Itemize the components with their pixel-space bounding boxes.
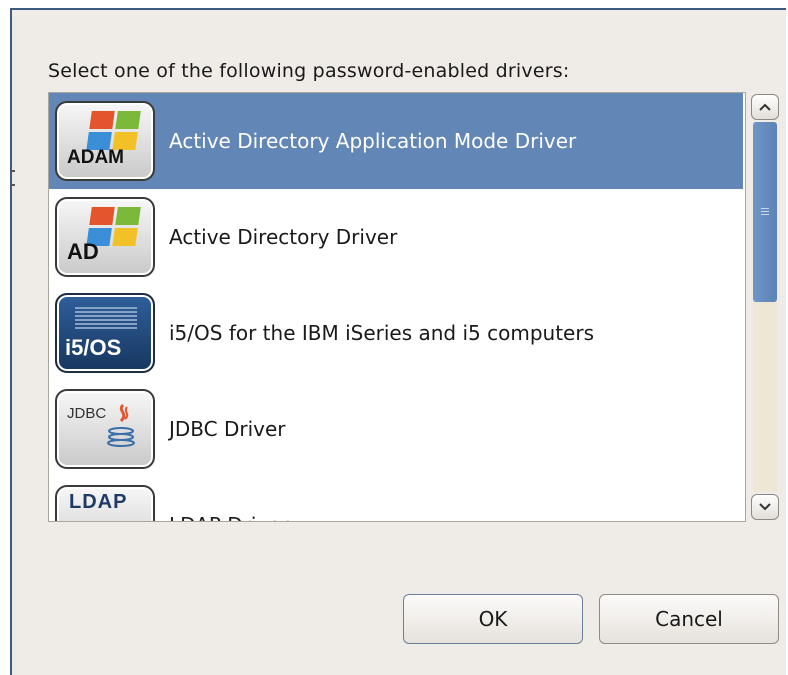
vertical-scrollbar[interactable] [750,92,780,522]
cancel-button[interactable]: Cancel [599,594,779,644]
list-item-i5os[interactable]: i5/OS i5/OS for the IBM iSeries and i5 c… [49,285,743,381]
ldap-icon: LDAP [55,485,155,521]
adam-icon-text: ADAM [67,147,124,168]
adam-icon: ADAM [55,101,155,181]
chevron-up-icon [759,103,771,111]
list-item-label: i5/OS for the IBM iSeries and i5 compute… [169,321,594,345]
list-item-label: LDAP Driver [169,513,289,521]
chevron-down-icon [759,503,771,511]
ok-button[interactable]: OK [403,594,583,644]
ad-icon: AD [55,197,155,277]
window-edge-marker [12,170,15,210]
list-item-adam[interactable]: ADAM Active Directory Application Mode D… [49,93,743,189]
ad-icon-text: AD [67,239,99,264]
list-item-jdbc[interactable]: JDBC JDBC Driver [49,381,743,477]
driver-listbox[interactable]: ADAM Active Directory Application Mode D… [48,92,746,522]
list-item-label: JDBC Driver [169,417,286,441]
driver-select-dialog: Select one of the following password-ena… [10,8,786,675]
java-cup-icon: JDBC [55,389,155,469]
scroll-thumb[interactable] [753,122,777,302]
scroll-up-button[interactable] [751,94,779,120]
grip-icon [761,208,769,216]
ldap-icon-text: LDAP [69,491,128,513]
scroll-down-button[interactable] [751,494,779,520]
list-item-label: Active Directory Driver [169,225,398,249]
ibm-icon-text: i5/OS [65,335,122,360]
jdbc-icon-text: JDBC [67,405,107,422]
scroll-track[interactable] [753,122,777,492]
dialog-prompt: Select one of the following password-ena… [48,60,570,82]
ibm-icon: i5/OS [55,293,155,373]
list-item-label: Active Directory Application Mode Driver [169,129,577,153]
list-item-ldap[interactable]: LDAP LDAP Driver [49,477,743,521]
list-item-ad[interactable]: AD Active Directory Driver [49,189,743,285]
